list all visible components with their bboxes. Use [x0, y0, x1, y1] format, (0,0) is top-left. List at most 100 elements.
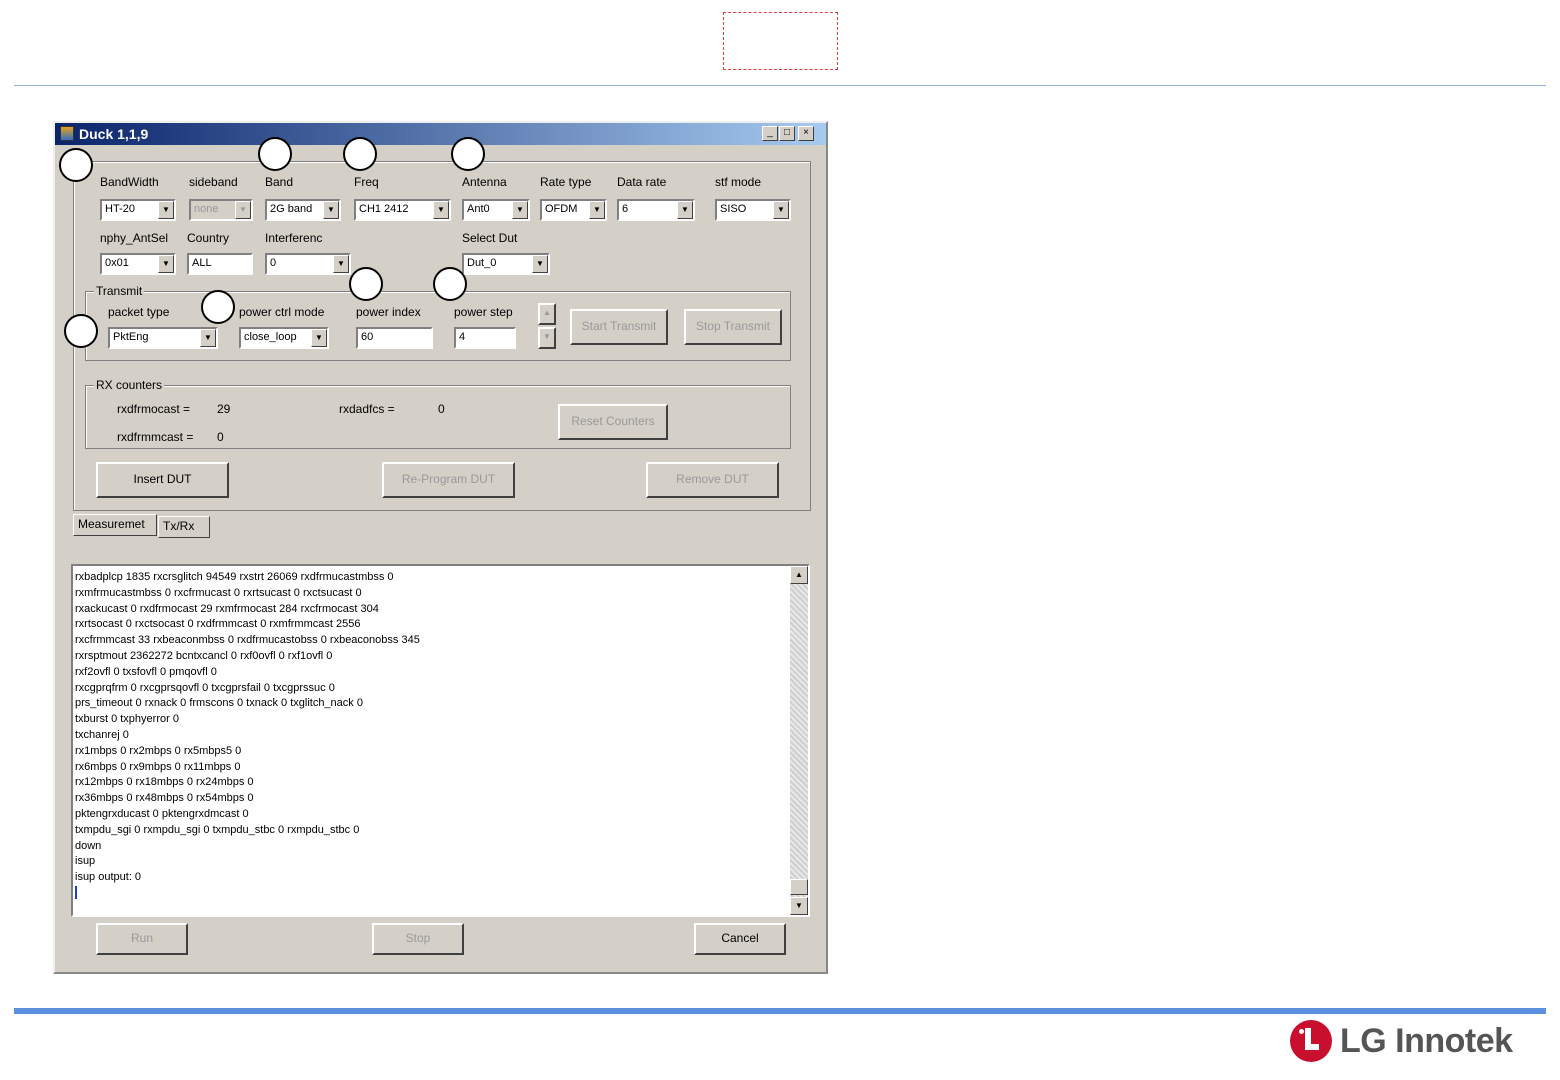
insert-dut-button[interactable]: Insert DUT [96, 462, 229, 498]
log-line: txburst 0 txphyerror 0 [75, 713, 179, 726]
chevron-down-icon[interactable]: ▼ [532, 255, 548, 273]
chevron-down-icon[interactable]: ▼ [677, 201, 693, 219]
duck-window: Duck 1,1,9 _ □ × BandWidth sideband Band… [53, 121, 828, 974]
sideband-label: sideband [189, 175, 238, 189]
chevron-down-icon[interactable]: ▼ [158, 201, 174, 219]
lg-logo-icon [1290, 1020, 1332, 1062]
power-step-label: power step [454, 305, 513, 319]
spin-up-button[interactable]: ▲ [538, 303, 556, 325]
nphy-antsel-select[interactable]: 0x01 ▼ [100, 253, 176, 275]
chevron-down-icon[interactable]: ▼ [200, 329, 216, 347]
rxbadfcs-value: 0 [438, 402, 445, 416]
rate-type-select[interactable]: OFDM ▼ [540, 199, 607, 221]
log-line: rxrsptmout 2362272 bcntxcancl 0 rxf0ovfl… [75, 649, 333, 662]
power-ctrl-mode-label: power ctrl mode [239, 305, 325, 319]
packet-type-label: packet type [108, 305, 170, 319]
cancel-button[interactable]: Cancel [694, 923, 786, 955]
band-select[interactable]: 2G band ▼ [265, 199, 341, 221]
annotation-marker [59, 148, 93, 182]
log-line: rx6mbps 0 rx9mbps 0 rx11mbps 0 [75, 760, 241, 773]
log-line: down [75, 839, 102, 852]
rxdfrmmcast-label: rxdfrmmcast = [117, 430, 194, 444]
annotation-marker [349, 267, 383, 301]
spin-down-button[interactable]: ▼ [538, 327, 556, 349]
freq-select[interactable]: CH1 2412 ▼ [354, 199, 451, 221]
log-line: rx12mbps 0 rx18mbps 0 rx24mbps 0 [75, 776, 254, 789]
band-label: Band [265, 175, 294, 189]
brand-name: LG Innotek [1340, 1021, 1513, 1060]
title-bar[interactable]: Duck 1,1,9 [55, 123, 826, 145]
scroll-up-button[interactable]: ▲ [790, 566, 808, 584]
country-field[interactable]: ALL [187, 253, 253, 275]
chevron-down-icon[interactable]: ▼ [512, 201, 528, 219]
data-rate-label: Data rate [617, 175, 667, 189]
log-line: isup [75, 855, 96, 868]
annotation-marker [201, 290, 235, 324]
chevron-down-icon[interactable]: ▼ [333, 255, 349, 273]
log-line: prs_timeout 0 rxnack 0 frmscons 0 txnack… [75, 697, 363, 710]
chevron-down-icon: ▼ [235, 201, 251, 219]
reprogram-dut-button[interactable]: Re-Program DUT [382, 462, 515, 498]
annotation-marker [343, 137, 377, 171]
log-line: rxf2ovfl 0 txsfovfl 0 pmqovfl 0 [75, 665, 217, 678]
remove-dut-button[interactable]: Remove DUT [646, 462, 779, 498]
nphy-antsel-label: nphy_AntSel [100, 231, 169, 245]
chevron-down-icon[interactable]: ▼ [589, 201, 605, 219]
data-rate-select[interactable]: 6 ▼ [617, 199, 695, 221]
antenna-label: Antenna [462, 175, 507, 189]
footer-divider [14, 1008, 1546, 1014]
log-line: rx36mbps 0 rx48mbps 0 rx54mbps 0 [75, 792, 254, 805]
annotation-box [723, 12, 838, 70]
chevron-down-icon[interactable]: ▼ [323, 201, 339, 219]
sideband-select: none ▼ [189, 199, 253, 221]
rxbadfcs-label: rxdadfcs = [339, 402, 395, 416]
chevron-down-icon[interactable]: ▼ [311, 329, 327, 347]
log-line: rxbadplcp 1835 rxcrsglitch 94549 rxstrt … [75, 571, 394, 583]
log-lines: rxbadplcp 1835 rxcrsglitch 94549 rxstrt … [75, 570, 787, 905]
stop-button[interactable]: Stop [372, 923, 464, 955]
rx-counters-label: RX counters [94, 378, 165, 392]
close-button[interactable]: × [798, 126, 814, 141]
stf-mode-select[interactable]: SISO ▼ [715, 199, 791, 221]
bandwidth-select[interactable]: HT-20 ▼ [100, 199, 176, 221]
annotation-marker [451, 137, 485, 171]
power-index-field[interactable]: 60 [356, 327, 433, 349]
stop-transmit-button[interactable]: Stop Transmit [684, 309, 782, 345]
log-line: rxackucast 0 rxdfrmocast 29 rxmfrmocast … [75, 602, 379, 615]
antenna-select[interactable]: Ant0 ▼ [462, 199, 530, 221]
scroll-thumb[interactable] [790, 879, 808, 895]
tab-measurement[interactable]: Measuremet [73, 514, 157, 536]
rxdfrmocast-label: rxdfrmocast = [117, 402, 191, 416]
start-transmit-button[interactable]: Start Transmit [570, 309, 668, 345]
brand-logo: LG Innotek [1290, 1020, 1513, 1062]
interference-select[interactable]: 0 ▼ [265, 253, 351, 275]
power-ctrl-mode-select[interactable]: close_loop ▼ [239, 327, 329, 349]
rate-type-label: Rate type [540, 175, 592, 189]
app-icon [60, 126, 74, 141]
chevron-down-icon[interactable]: ▼ [433, 201, 449, 219]
annotation-marker [433, 267, 467, 301]
scroll-down-button[interactable]: ▼ [790, 897, 808, 915]
run-button[interactable]: Run [96, 923, 188, 955]
transmit-group-label: Transmit [94, 284, 145, 298]
select-dut-select[interactable]: Dut_0 ▼ [462, 253, 550, 275]
tab-txrx[interactable]: Tx/Rx [158, 516, 210, 538]
annotation-marker [258, 137, 292, 171]
select-dut-label: Select Dut [462, 231, 518, 245]
power-step-field[interactable]: 4 [454, 327, 516, 349]
log-cursor [75, 885, 787, 905]
rxdfrmocast-value: 29 [217, 402, 231, 416]
minimize-button[interactable]: _ [762, 126, 778, 141]
log-line: rxcgprqfrm 0 rxcgprsqovfl 0 txcgprsfail … [75, 681, 335, 694]
chevron-down-icon[interactable]: ▼ [158, 255, 174, 273]
reset-counters-button[interactable]: Reset Counters [558, 404, 668, 440]
log-output[interactable]: rxbadplcp 1835 rxcrsglitch 94549 rxstrt … [71, 564, 810, 917]
annotation-marker [64, 314, 98, 348]
header-divider [14, 85, 1546, 86]
window-title: Duck 1,1,9 [79, 126, 149, 142]
packet-type-select[interactable]: PktEng ▼ [108, 327, 218, 349]
log-scrollbar[interactable]: ▲ ▼ [790, 566, 808, 915]
rxdfrmmcast-value: 0 [217, 430, 224, 444]
maximize-button[interactable]: □ [779, 126, 795, 141]
chevron-down-icon[interactable]: ▼ [773, 201, 789, 219]
